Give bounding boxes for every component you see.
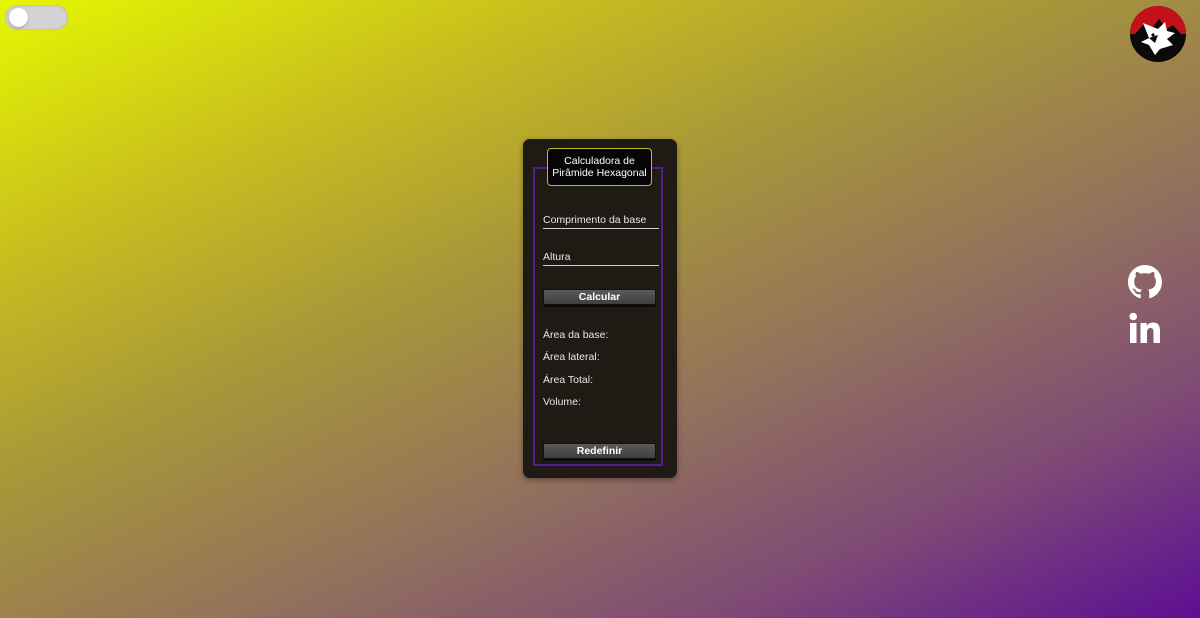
volume-result: Volume: (543, 396, 581, 408)
calculator-card: Calculadora de Pirâmide Hexagonal Compri… (523, 139, 677, 478)
height-input[interactable]: Altura (543, 251, 659, 266)
toggle-knob (9, 8, 28, 27)
github-icon[interactable] (1128, 265, 1162, 299)
calculate-button[interactable]: Calcular (543, 289, 656, 305)
base-length-input[interactable]: Comprimento da base (543, 214, 659, 229)
wolf-logo-icon[interactable] (1129, 5, 1187, 63)
calculator-title: Calculadora de Pirâmide Hexagonal (547, 148, 652, 186)
linkedin-icon[interactable] (1128, 311, 1162, 345)
theme-toggle[interactable] (5, 5, 68, 30)
reset-button[interactable]: Redefinir (543, 443, 656, 459)
base-area-result: Área da base: (543, 329, 609, 341)
calculator-frame (533, 167, 663, 466)
total-area-result: Área Total: (543, 374, 594, 386)
lateral-area-result: Área lateral: (543, 351, 600, 363)
